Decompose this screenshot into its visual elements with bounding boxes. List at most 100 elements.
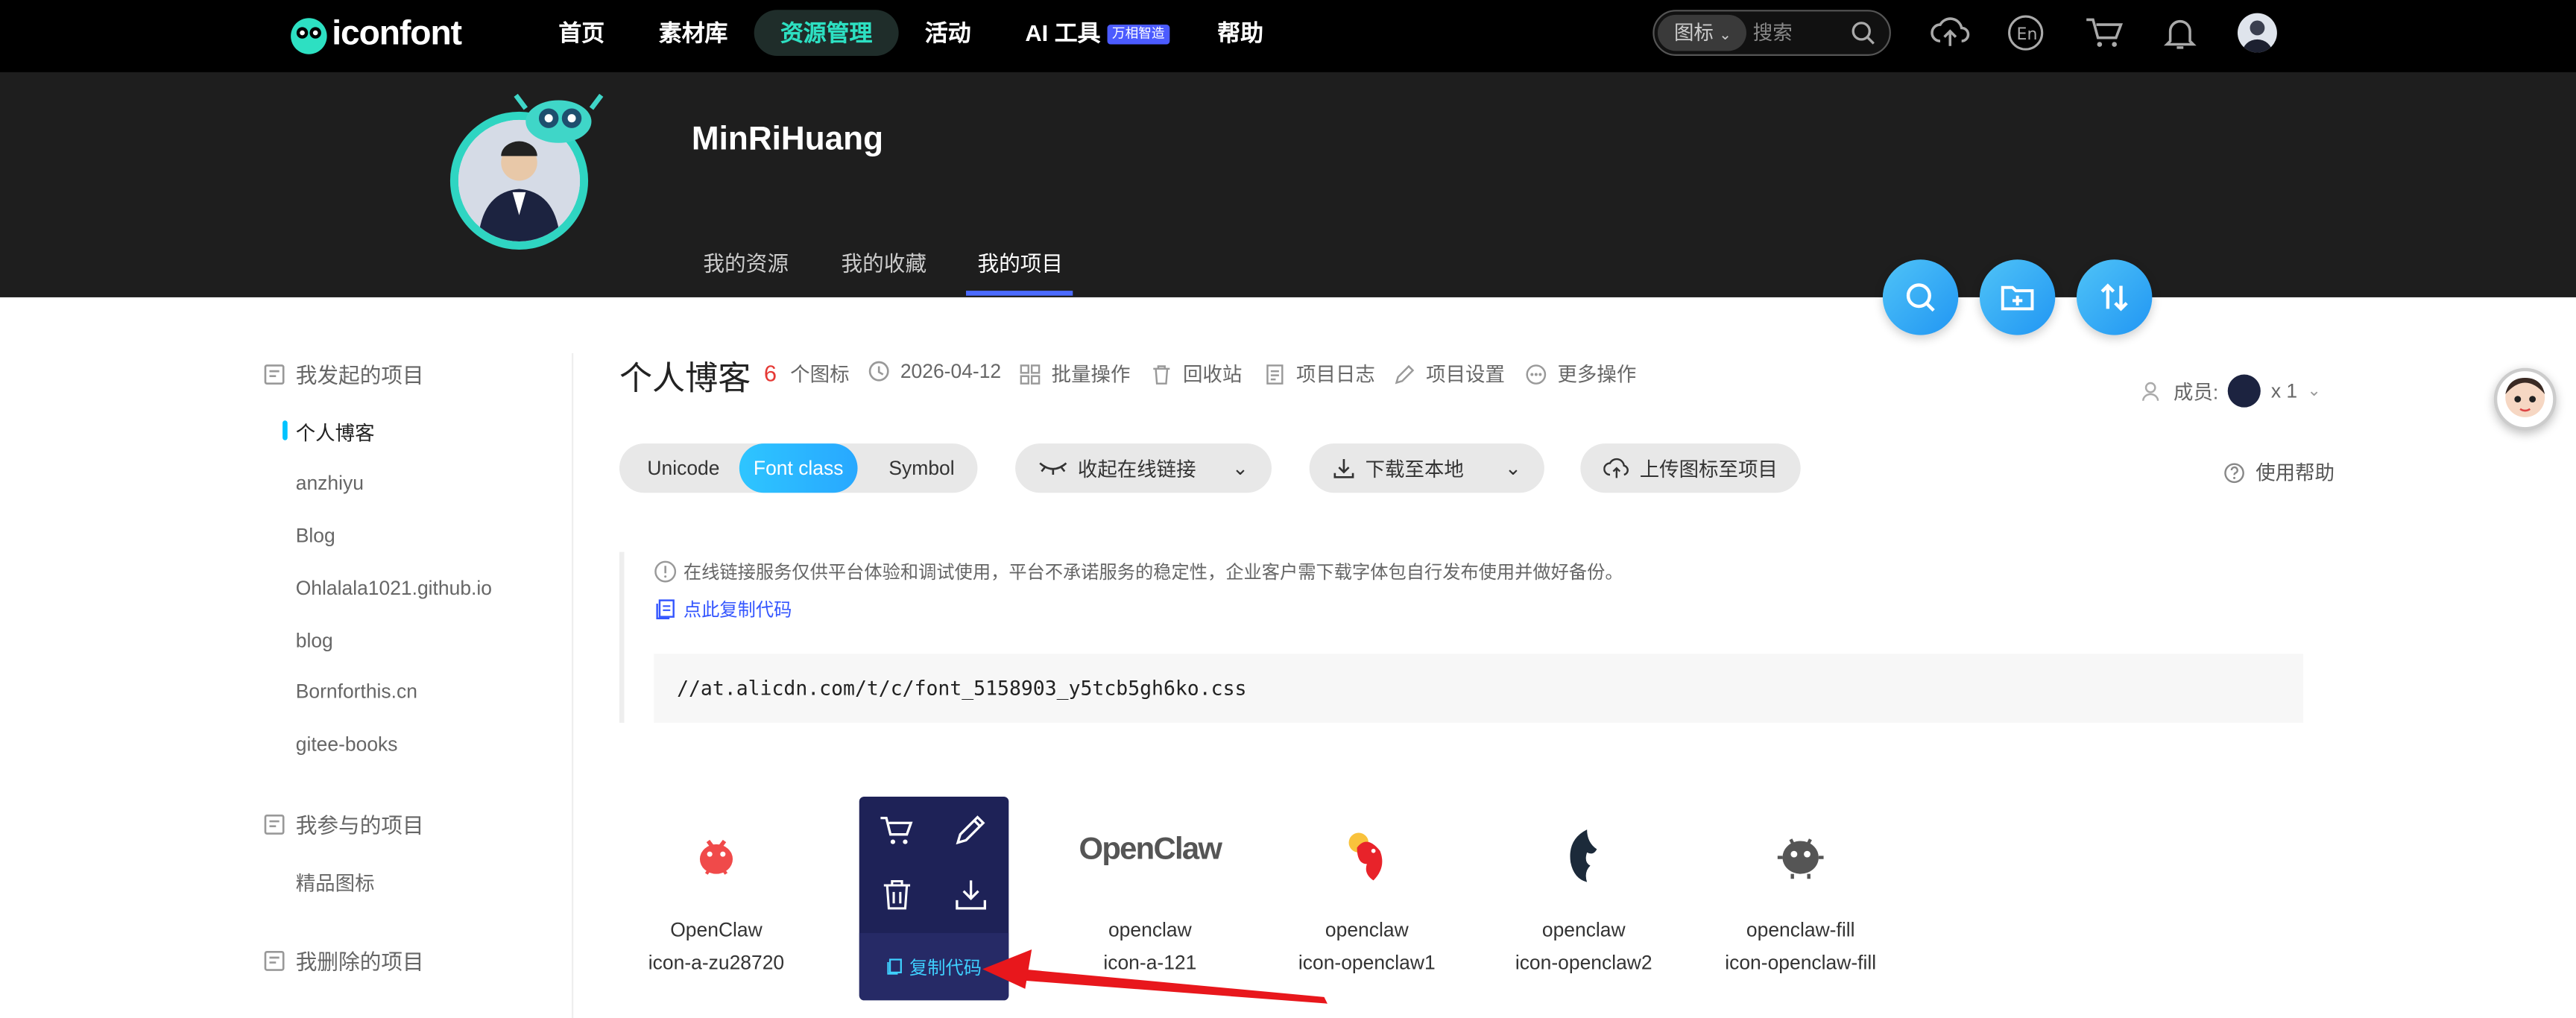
language-icon[interactable]: En — [2006, 13, 2048, 53]
user-avatar[interactable] — [2237, 13, 2277, 53]
nav-library[interactable]: 素材库 — [659, 0, 728, 66]
nav-resources[interactable]: 资源管理 — [754, 10, 899, 56]
sidebar-item-ohlalala[interactable]: Ohlalala1021.github.io — [296, 577, 492, 600]
sidebar-item-blog-lower[interactable]: blog — [296, 629, 333, 652]
project-settings-button[interactable]: 项目设置 — [1393, 360, 1505, 388]
format-switch: Unicode Font class Symbol — [619, 443, 978, 493]
assistant-face-icon — [2505, 377, 2545, 417]
person-icon — [2242, 20, 2273, 53]
icon-card[interactable]: openclaw icon-openclaw2 — [1486, 805, 1682, 985]
mascot-icon — [514, 93, 604, 143]
sidebar-section-title: 我发起的项目 — [295, 363, 424, 388]
help-link[interactable]: 使用帮助 — [2223, 458, 2334, 486]
trash-icon — [1153, 364, 1170, 384]
more-actions-label: 更多操作 — [1557, 363, 1637, 386]
search-type-select[interactable]: 图标 ⌄ — [1657, 14, 1746, 51]
cloud-upload-icon — [1603, 458, 1629, 478]
chevron-down-icon: ⌄ — [1719, 26, 1731, 43]
icon-card[interactable]: openclaw-fill icon-openclaw-fill — [1702, 805, 1898, 985]
icon-card[interactable]: OpenClaw icon-a-zu28720 — [618, 805, 815, 985]
download-button[interactable]: 下载至本地 ⌄ — [1309, 443, 1544, 493]
red-bird-icon — [699, 839, 733, 875]
search-input[interactable]: 搜索 — [1753, 11, 1793, 54]
format-font-class[interactable]: Font class — [739, 443, 858, 493]
info-icon — [654, 560, 677, 583]
annotation-arrow-icon — [982, 949, 1328, 1004]
copy-code-link[interactable]: 点此复制代码 — [654, 596, 792, 622]
nav-home[interactable]: 首页 — [558, 0, 604, 66]
batch-action-label: 批量操作 — [1051, 363, 1131, 386]
icon-count-label: 个图标 — [790, 363, 850, 386]
download-icon — [1333, 459, 1354, 478]
tab-my-projects[interactable]: 我的项目 — [977, 247, 1063, 278]
chevron-down-icon: ⌄ — [1231, 456, 1249, 480]
sort-icon — [2100, 283, 2128, 312]
sidebar-item-featured-icons[interactable]: 精品图标 — [296, 869, 375, 897]
icon-name: OpenClaw — [670, 918, 763, 941]
sidebar-item-blog[interactable]: Blog — [296, 524, 335, 547]
assistant-avatar[interactable] — [2493, 367, 2557, 431]
batch-action-button[interactable]: 批量操作 — [1019, 360, 1131, 388]
project-list-icon — [264, 813, 285, 834]
members-count: x 1 — [2270, 379, 2298, 403]
sidebar-item-gitee-books[interactable]: gitee-books — [296, 733, 398, 756]
icon-name: openclaw — [1325, 918, 1409, 941]
upload-icons-label: 上传图标至项目 — [1639, 457, 1778, 481]
download-icon[interactable] — [953, 877, 988, 913]
format-unicode[interactable]: Unicode — [647, 443, 719, 493]
copy-code-link-label: 点此复制代码 — [683, 601, 792, 622]
recycle-bin-label: 回收站 — [1182, 363, 1243, 386]
profile-header — [0, 72, 2576, 297]
font-css-url[interactable]: //at.alicdn.com/t/c/font_5158903_y5tcb5g… — [654, 654, 2304, 723]
sidebar-item-anzhiyu[interactable]: anzhiyu — [296, 472, 364, 495]
search-icon[interactable] — [1850, 19, 1876, 45]
project-log-label: 项目日志 — [1296, 363, 1375, 386]
sidebar-section-deleted[interactable]: 我删除的项目 — [263, 944, 424, 976]
project-members[interactable]: 成员: x 1 ⌄ — [2141, 374, 2321, 408]
cart-icon[interactable] — [2083, 13, 2126, 53]
openclaw-wordmark: OpenClaw — [1079, 832, 1222, 867]
sidebar-section-title: 我参与的项目 — [295, 813, 424, 838]
tab-my-resources[interactable]: 我的资源 — [703, 247, 789, 278]
new-project-button[interactable] — [1979, 259, 2056, 335]
bell-icon[interactable] — [2160, 13, 2203, 53]
search-icon — [1906, 283, 1935, 312]
edit-icon — [1395, 364, 1415, 384]
format-symbol[interactable]: Symbol — [888, 443, 954, 493]
collapse-link-button[interactable]: 收起在线链接 ⌄ — [1015, 443, 1272, 493]
more-actions-button[interactable]: 更多操作 — [1524, 360, 1636, 388]
font-css-url-text: //at.alicdn.com/t/c/font_5158903_y5tcb5g… — [677, 677, 1247, 700]
edit-icon[interactable] — [953, 812, 988, 847]
sidebar-item-bornforthis[interactable]: Bornforthis.cn — [296, 680, 417, 703]
sidebar-item-personal-blog[interactable]: 个人博客 — [296, 419, 375, 446]
profile-username: MinRiHuang — [691, 121, 884, 158]
claw-silhouette-icon — [1570, 829, 1597, 882]
more-icon — [1526, 364, 1547, 384]
nav-activity[interactable]: 活动 — [925, 0, 971, 66]
project-search-button[interactable] — [1882, 259, 1959, 335]
iconfont-logo[interactable]: iconfont — [286, 10, 462, 59]
help-label: 使用帮助 — [2255, 461, 2335, 485]
upload-icon[interactable] — [1929, 13, 1972, 53]
collapse-link-label: 收起在线链接 — [1077, 457, 1196, 481]
icon-class: icon-openclaw2 — [1515, 951, 1652, 975]
nav-help[interactable]: 帮助 — [1217, 0, 1263, 66]
nav-ai-tools-label: AI 工具 — [1025, 19, 1101, 46]
ai-badge: 万相智造 — [1107, 25, 1170, 45]
lobster-claw-icon — [1348, 832, 1383, 881]
project-date-text: 2026-04-12 — [900, 359, 1002, 383]
tab-my-favorites[interactable]: 我的收藏 — [841, 247, 926, 278]
icon-name: openclaw — [1541, 918, 1626, 941]
sort-projects-button[interactable] — [2076, 259, 2153, 335]
delete-icon[interactable] — [879, 877, 915, 913]
recycle-bin-button[interactable]: 回收站 — [1150, 360, 1242, 388]
members-label: 成员: — [2174, 380, 2219, 404]
cart-icon[interactable] — [879, 815, 915, 847]
new-folder-icon — [2001, 285, 2034, 311]
members-icon — [2142, 382, 2159, 401]
log-icon — [1266, 364, 1284, 384]
project-log-button[interactable]: 项目日志 — [1263, 360, 1375, 388]
sidebar-divider — [572, 352, 574, 1018]
nav-ai-tools[interactable]: AI 工具 万相智造 — [1025, 0, 1170, 66]
upload-icons-button[interactable]: 上传图标至项目 — [1580, 443, 1801, 493]
